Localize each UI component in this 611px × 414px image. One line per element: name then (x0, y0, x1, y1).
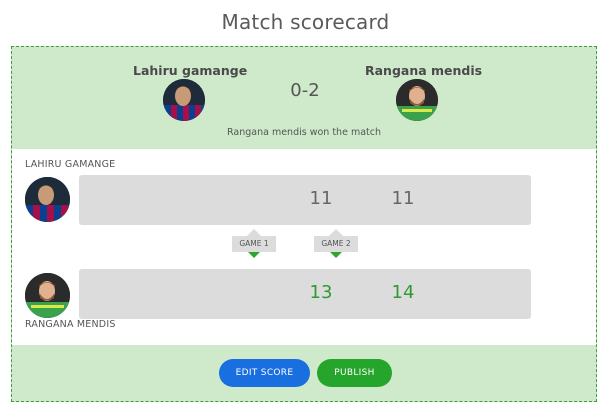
game-1-label: GAME 1 (232, 236, 276, 252)
scorecard-card: Lahiru gamange Rangana mendis 0-2 Rangan… (11, 46, 597, 402)
player-a-game-2-score: 11 (391, 188, 415, 209)
player-b-name: Rangana mendis (365, 63, 483, 78)
publish-button[interactable]: PUBLISH (317, 359, 392, 387)
match-result-text: Rangana mendis won the match (227, 127, 381, 138)
player-a-label: LAHIRU GAMANGE (25, 159, 116, 170)
player-b-game-1-score: 13 (309, 282, 333, 303)
caret-down-icon (330, 252, 342, 258)
player-a-game-1-score: 11 (309, 188, 333, 209)
player-b-avatar (396, 79, 438, 121)
player-b-row-avatar (25, 273, 70, 318)
match-header: Lahiru gamange Rangana mendis 0-2 Rangan… (12, 47, 596, 149)
player-a-row-avatar (25, 177, 70, 222)
player-b-game-2-score: 14 (391, 282, 415, 303)
action-bar: EDIT SCORE PUBLISH (12, 345, 596, 401)
match-score: 0-2 (290, 80, 320, 101)
edit-score-button[interactable]: EDIT SCORE (219, 359, 310, 387)
game-2-label: GAME 2 (314, 236, 358, 252)
player-a-name: Lahiru gamange (133, 63, 248, 78)
player-b-score-bar: 13 14 (79, 269, 531, 319)
player-a-score-bar: 11 11 (79, 175, 531, 225)
game-2-tag: GAME 2 (314, 228, 358, 258)
games-panel: LAHIRU GAMANGE 11 11 GAME 1 GAME 2 13 14… (12, 149, 596, 345)
caret-down-icon (248, 252, 260, 258)
player-a-avatar (163, 79, 205, 121)
game-1-tag: GAME 1 (232, 228, 276, 258)
page-title: Match scorecard (221, 10, 390, 34)
player-b-label: RANGANA MENDIS (25, 319, 116, 330)
